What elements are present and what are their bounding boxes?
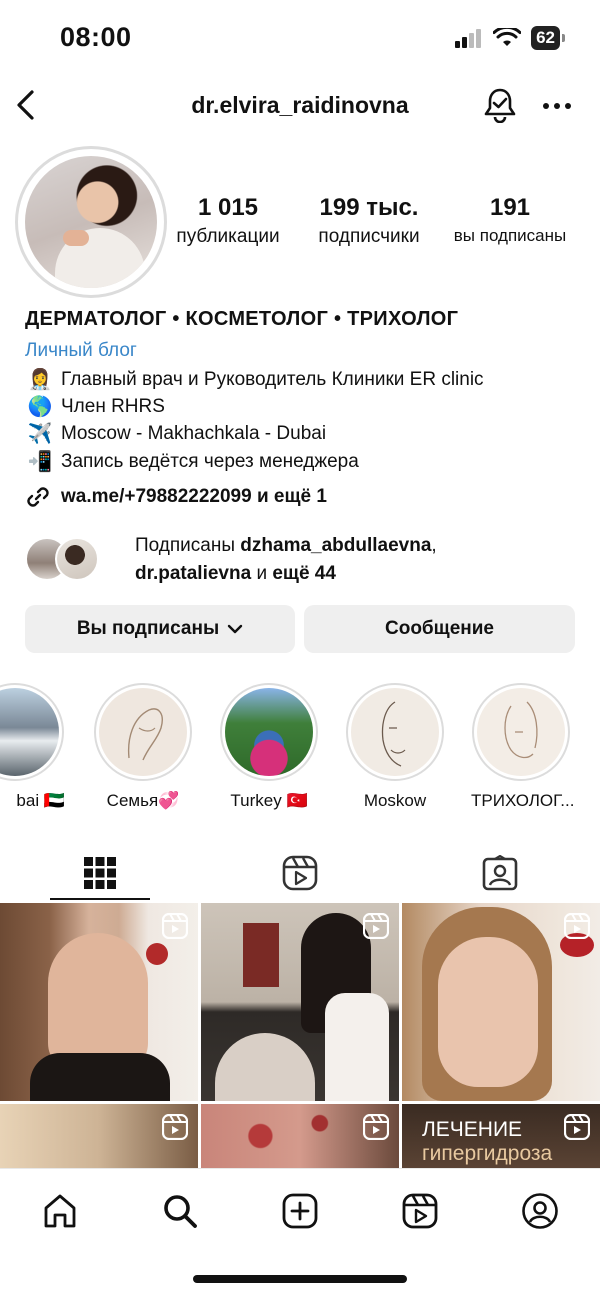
reels-icon	[402, 1193, 438, 1229]
post-thumbnail[interactable]	[402, 903, 600, 1101]
stat-posts[interactable]: 1 015 публикации	[163, 194, 293, 248]
create-icon	[282, 1193, 318, 1229]
notification-bell-icon	[484, 88, 516, 123]
highlight-cover	[99, 688, 187, 776]
wifi-icon	[493, 28, 522, 46]
post-thumbnail[interactable]	[0, 1104, 198, 1168]
bio-line: 📲 Запись ведётся через менеджера	[25, 449, 359, 474]
post-thumbnail[interactable]	[201, 1104, 399, 1168]
nav-profile[interactable]	[480, 1186, 600, 1236]
reel-badge-icon	[363, 913, 389, 939]
highlight-trichology[interactable]: ТРИХОЛОГ...	[471, 683, 575, 811]
bio-line: ✈️ Moscow - Makhachkala - Dubai	[25, 421, 327, 446]
reel-badge-icon	[564, 913, 590, 939]
home-icon	[44, 1194, 76, 1228]
post-thumbnail[interactable]	[201, 903, 399, 1101]
bio-line: 🌎 Член RHRS	[25, 394, 165, 419]
nav-home[interactable]	[0, 1186, 120, 1236]
highlight-turkey[interactable]: Turkey 🇹🇷	[219, 683, 319, 811]
stat-followers[interactable]: 199 тыс. подписчики	[302, 194, 436, 248]
tab-posts-grid[interactable]	[0, 845, 200, 901]
chevron-down-icon	[227, 624, 243, 634]
message-button[interactable]: Сообщение	[304, 605, 575, 653]
mutual-followers-avatars[interactable]	[25, 537, 105, 581]
followed-separator: ,	[431, 535, 437, 556]
profile-avatar[interactable]	[15, 146, 167, 298]
reels-icon	[282, 855, 318, 891]
highlight-cover	[351, 688, 439, 776]
followed-user-2: dr.patalievna	[135, 563, 252, 584]
bio-line-text: Moscow - Makhachkala - Dubai	[61, 422, 327, 444]
notifications-button[interactable]	[482, 87, 518, 123]
more-icon	[543, 103, 571, 109]
followed-suffix: и	[251, 563, 273, 584]
highlight-cover	[477, 688, 565, 776]
following-button[interactable]: Вы подписаны	[25, 605, 295, 653]
bio-line-text: Запись ведётся через менеджера	[61, 450, 359, 472]
post-caption: ЛЕЧЕНИЕ гипергидроза	[422, 1118, 552, 1166]
mutual-followers-text[interactable]: Подписаны dzhama_abdullaevna, dr.patalie…	[135, 532, 437, 588]
link-icon	[27, 487, 49, 507]
more-options-button[interactable]	[540, 92, 574, 120]
battery-indicator: 62	[531, 26, 565, 50]
highlight-cover	[225, 688, 313, 776]
active-tab-indicator	[50, 898, 150, 900]
followed-user-1: dzhama_abdullaevna	[240, 535, 432, 556]
bio-title: ДЕРМАТОЛОГ • КОСМЕТОЛОГ • ТРИХОЛОГ	[25, 308, 459, 330]
highlight-cover	[0, 688, 59, 776]
search-icon	[164, 1195, 197, 1228]
reel-badge-icon	[162, 1114, 188, 1140]
profile-icon	[522, 1193, 558, 1229]
stat-following-label: вы подписаны	[453, 226, 567, 245]
highlight-label: ТРИХОЛОГ...	[471, 791, 575, 810]
bio-line-text: Член RHRS	[61, 395, 165, 417]
airplane-emoji-icon: ✈️	[27, 423, 53, 445]
status-icons: 62	[455, 26, 565, 50]
post-caption-line-1: ЛЕЧЕНИЕ	[422, 1118, 523, 1141]
reel-badge-icon	[564, 1114, 590, 1140]
reel-badge-icon	[162, 913, 188, 939]
grid-icon	[84, 857, 116, 889]
post-caption-line-2: гипергидроза	[422, 1142, 553, 1165]
highlight-label: Moskow	[363, 791, 427, 810]
post-thumbnail[interactable]: ЛЕЧЕНИЕ гипергидроза	[402, 1104, 600, 1168]
avatar	[55, 537, 99, 581]
stat-following[interactable]: 191 вы подписаны	[443, 194, 577, 246]
message-button-label: Сообщение	[385, 618, 494, 639]
stat-followers-value: 199 тыс.	[319, 194, 419, 221]
bio-link-text: wa.me/+79882222099 и ещё 1	[61, 486, 327, 507]
doctor-emoji-icon: 👩‍⚕️	[27, 369, 53, 391]
nav-create[interactable]	[240, 1186, 360, 1236]
avatar-image	[25, 156, 157, 288]
status-time: 08:00	[60, 22, 132, 52]
bio-category: Личный блог	[25, 340, 137, 361]
followed-prefix: Подписаны	[135, 535, 241, 556]
signal-icon	[455, 29, 482, 48]
reel-badge-icon	[363, 1114, 389, 1140]
highlight-label: Семья💞	[106, 791, 180, 810]
globe-emoji-icon: 🌎	[27, 396, 53, 418]
stat-following-value: 191	[489, 194, 531, 221]
highlight-dubai[interactable]: bai 🇦🇪	[0, 683, 65, 811]
post-thumbnail[interactable]	[0, 903, 198, 1101]
followed-more: ещё 44	[272, 563, 336, 584]
nav-search[interactable]	[120, 1186, 240, 1236]
tagged-icon	[482, 855, 518, 891]
nav-reels[interactable]	[360, 1186, 480, 1236]
tab-tagged[interactable]	[400, 845, 600, 901]
tab-reels[interactable]	[200, 845, 400, 901]
following-button-label: Вы подписаны	[76, 618, 220, 639]
highlight-label: Turkey 🇹🇷	[230, 791, 308, 810]
bio-link[interactable]: wa.me/+79882222099 и ещё 1	[25, 484, 327, 510]
bio-line: 👩‍⚕️ Главный врач и Руководитель Клиники…	[25, 367, 484, 392]
highlight-moskow[interactable]: Moskow	[345, 683, 445, 811]
stat-posts-value: 1 015	[197, 194, 259, 221]
highlight-label: bai 🇦🇪	[16, 791, 65, 810]
phone-emoji-icon: 📲	[27, 451, 53, 473]
bio-line-text: Главный врач и Руководитель Клиники ER c…	[61, 368, 484, 390]
highlight-family[interactable]: Семья💞	[93, 683, 193, 811]
stat-followers-label: подписчики	[318, 226, 420, 247]
stat-posts-label: публикации	[176, 226, 280, 247]
home-indicator	[193, 1275, 407, 1283]
